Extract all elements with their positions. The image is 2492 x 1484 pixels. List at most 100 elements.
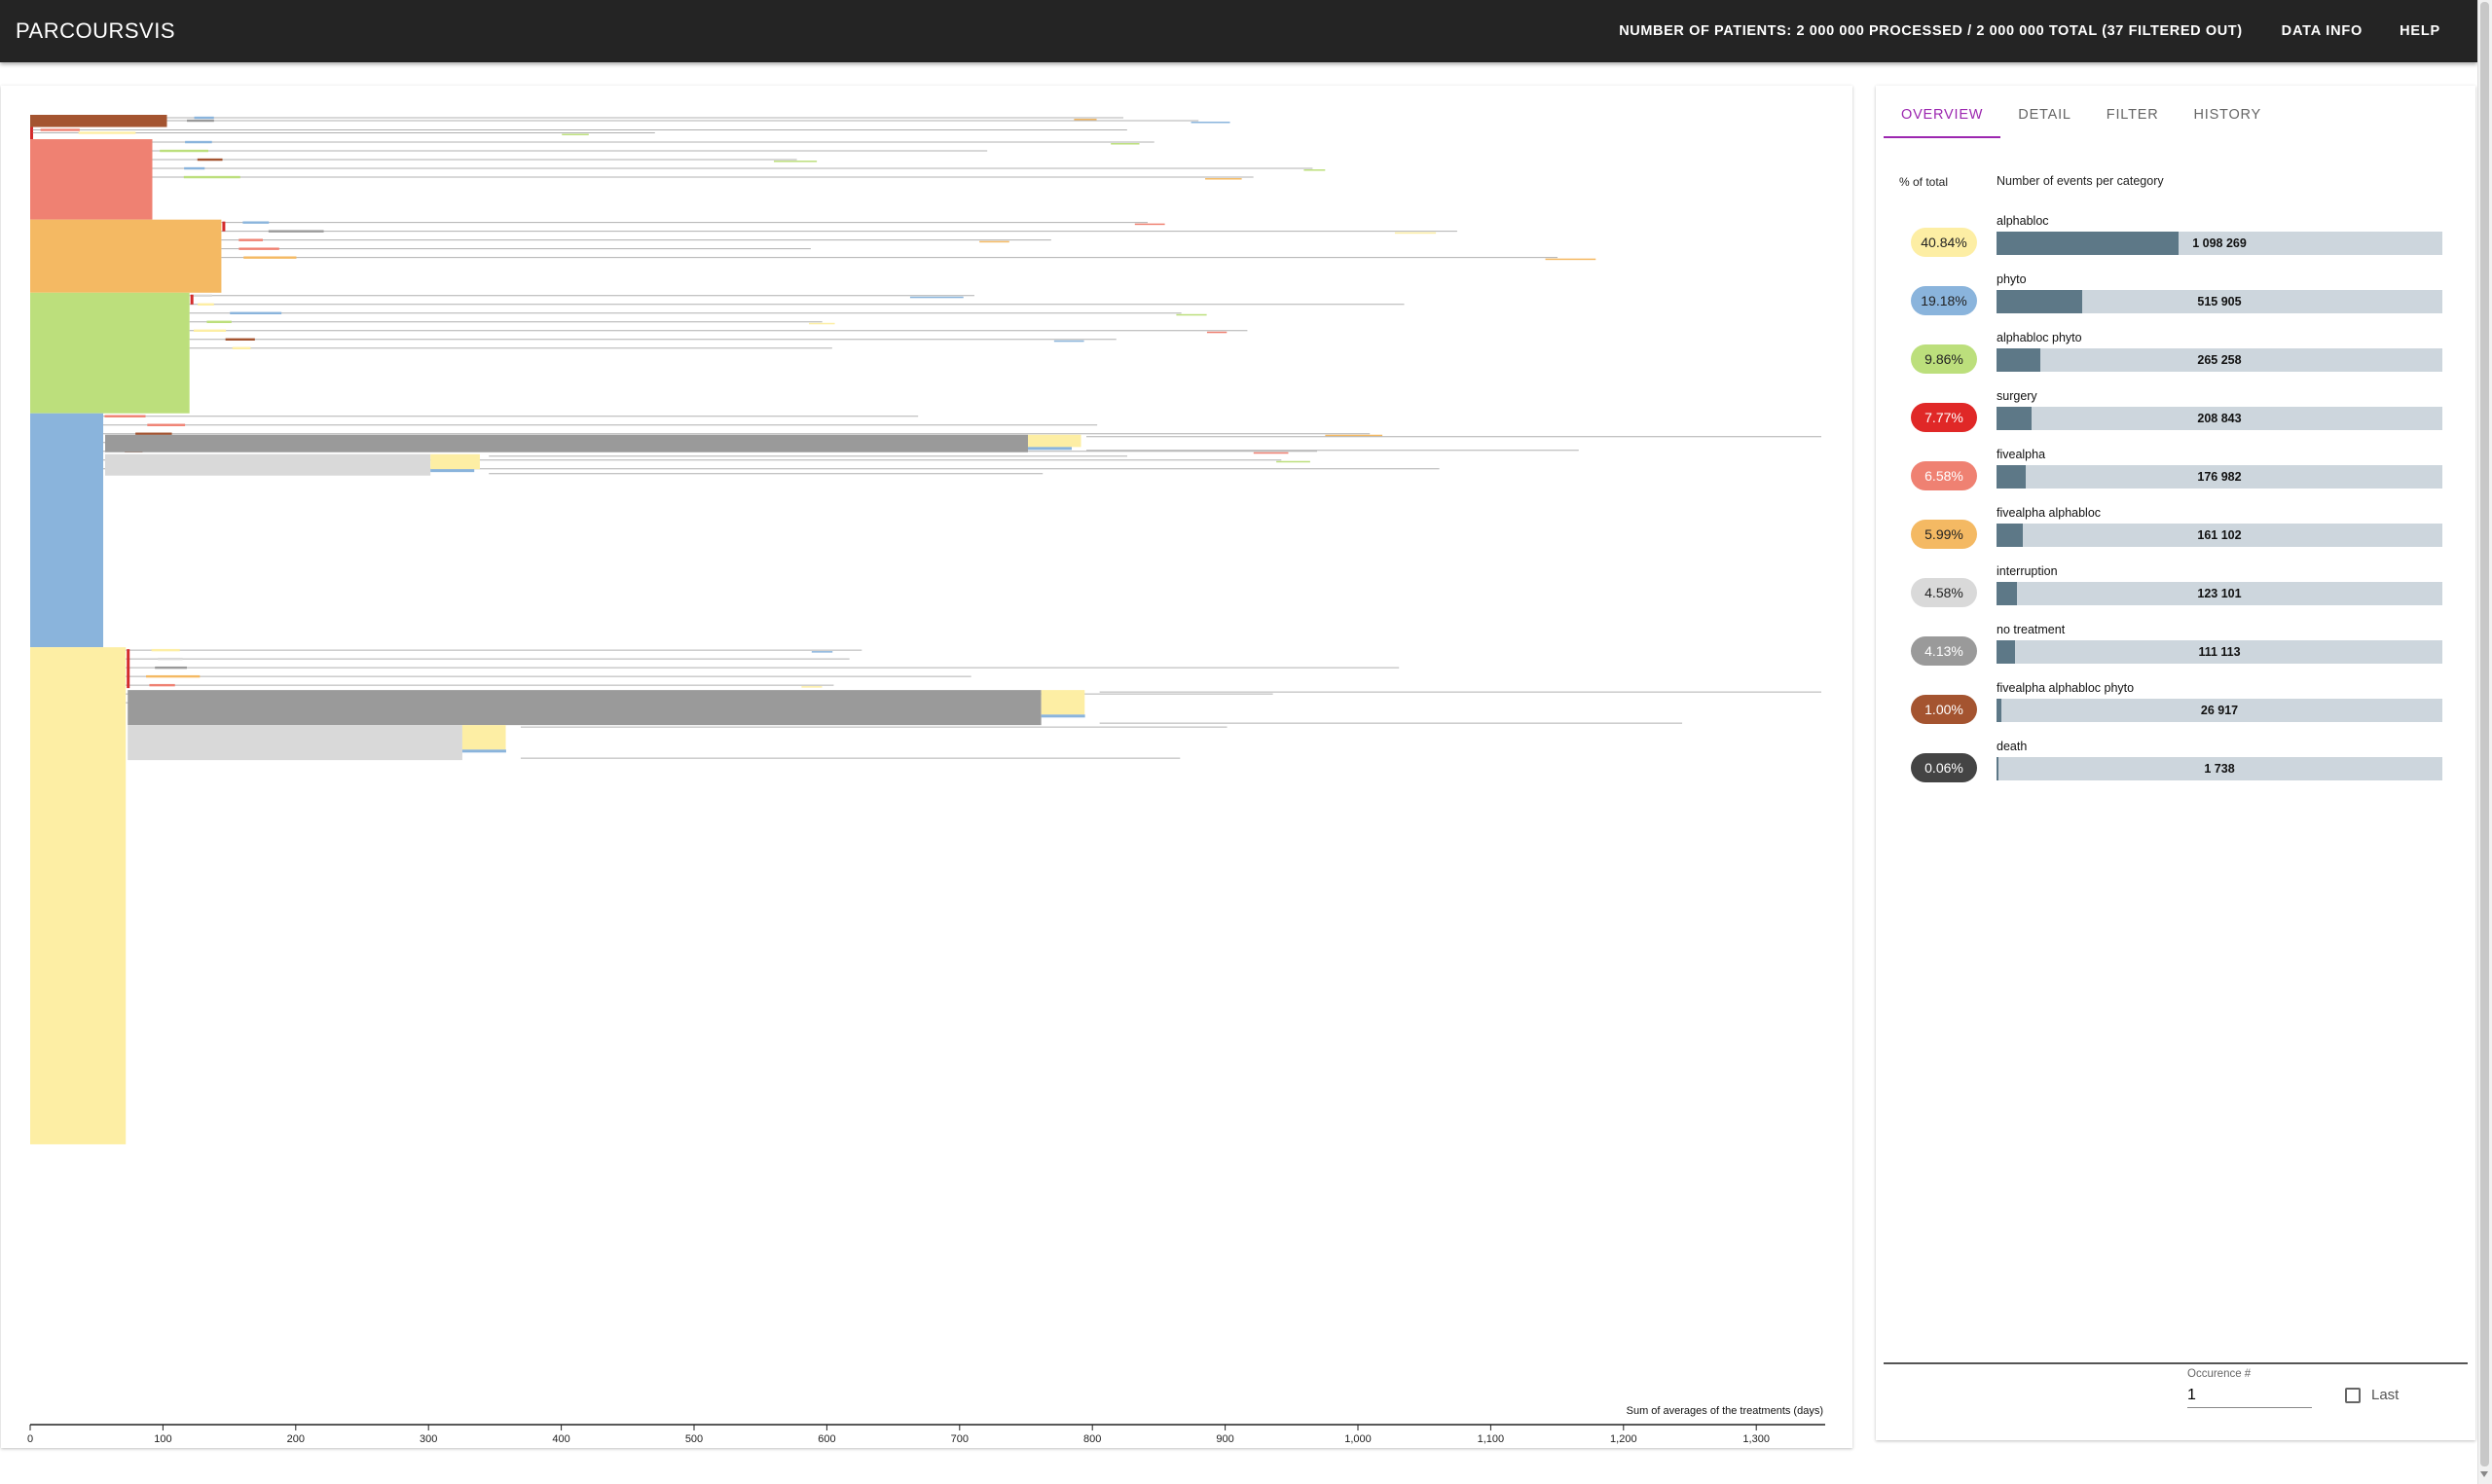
sequence-block-fivealpha[interactable] [30,139,153,220]
sub-sequence-segment[interactable] [193,329,227,332]
category-name: alphabloc phyto [1997,331,2082,344]
category-count-value: 176 982 [2197,470,2242,484]
sub-block-follow[interactable] [1028,447,1072,451]
sequence-block-alphabloc[interactable] [30,647,127,1144]
sub-sequence-segment[interactable] [238,247,279,250]
scroll-down-arrow-icon[interactable] [2480,1471,2488,1477]
category-count-bar: 111 113 [1997,640,2442,664]
category-row[interactable]: 0.06% death 1 738 [1876,740,2475,798]
sub-sequence-segment[interactable] [160,149,208,153]
sub-block-follow[interactable] [1041,714,1085,718]
sub-block-no-treatment[interactable] [105,434,1028,452]
sub-sequence-segment[interactable] [149,683,175,687]
sub-sequence-segment[interactable] [811,651,833,653]
sub-sequence-segment[interactable] [238,238,263,241]
category-row[interactable]: 5.99% fivealpha alphabloc 161 102 [1876,506,2475,564]
category-row[interactable]: 4.58% interruption 123 101 [1876,564,2475,623]
sub-sequence-segment[interactable] [1205,178,1242,180]
tab-history[interactable]: HISTORY [2176,99,2279,136]
sub-sequence-segment[interactable] [1191,122,1230,124]
sub-sequence-segment[interactable] [184,166,205,170]
sub-block-follow[interactable] [461,725,506,750]
sub-sequence-segment[interactable] [78,131,136,134]
sub-sequence-segment[interactable] [1053,340,1084,343]
sequence-block-death[interactable] [30,127,33,140]
sequence-block-alphabloc-phyto[interactable] [30,292,190,414]
sub-sequence-segment[interactable] [225,338,255,341]
sub-sequence-segment[interactable] [562,133,589,136]
tab-filter[interactable]: FILTER [2089,99,2177,136]
sub-sequence-segment[interactable] [1325,434,1383,437]
sub-sequence-segment[interactable] [1276,460,1310,463]
sub-block-follow[interactable] [1041,690,1085,715]
category-row[interactable]: 7.77% surgery 208 843 [1876,389,2475,448]
sub-sequence-segment[interactable] [809,322,835,325]
category-row[interactable]: 4.13% no treatment 111 113 [1876,623,2475,681]
tab-detail[interactable]: DETAIL [2000,99,2089,136]
sub-sequence-segment[interactable] [183,175,240,179]
help-button[interactable]: HELP [2400,23,2440,39]
sub-sequence-segment[interactable] [774,161,818,163]
sub-sequence-segment[interactable] [151,648,180,652]
sub-block-no-treatment[interactable] [128,690,1042,726]
sub-sequence-segment[interactable] [909,296,964,299]
sub-sequence-segment[interactable] [194,116,214,120]
category-row[interactable]: 1.00% fivealpha alphabloc phyto 26 917 [1876,681,2475,740]
occurrence-input[interactable] [2187,1384,2312,1408]
category-row[interactable]: 9.86% alphabloc phyto 265 258 [1876,331,2475,389]
sub-sequence-segment[interactable] [1253,452,1289,454]
sub-sequence-segment[interactable] [1111,143,1140,145]
sub-sequence-segment[interactable] [190,294,212,297]
sub-sequence-segment[interactable] [230,311,282,314]
sub-sequence-segment[interactable] [1303,169,1326,171]
sub-sequence-segment[interactable] [243,256,297,259]
sub-block-follow[interactable] [1028,434,1081,448]
sub-sequence-segment[interactable] [242,221,270,224]
sub-sequence-segment[interactable] [1545,258,1596,261]
sub-block-interruption[interactable] [105,453,431,476]
sub-sequence-segment[interactable] [1176,313,1207,316]
sub-sequence-segment[interactable] [147,423,186,426]
sub-block-interruption[interactable] [128,725,462,761]
sequence-block-phyto[interactable] [30,413,104,648]
category-row[interactable]: 6.58% fivealpha 176 982 [1876,448,2475,506]
death-marker[interactable] [222,221,226,232]
death-marker[interactable] [127,649,130,689]
sub-sequence-segment[interactable] [979,240,1009,243]
x-axis-tick-label: 1,200 [1610,1433,1637,1445]
sub-sequence-segment[interactable] [206,320,232,323]
category-row[interactable]: 40.84% alphabloc 1 098 269 [1876,214,2475,272]
patient-stats: NUMBER OF PATIENTS: 2 000 000 PROCESSED … [1619,23,2243,39]
page-scrollbar-thumb[interactable] [2480,2,2489,1466]
sub-sequence-segment[interactable] [104,415,146,417]
sub-sequence-segment[interactable] [158,657,183,661]
chart-canvas[interactable]: 0 100 200 300 400 500 600 700 800 900 1,000 1,100 1,… [1,86,1852,1448]
sub-sequence-segment[interactable] [155,666,187,670]
sub-sequence-segment[interactable] [40,128,80,131]
sub-sequence-segment[interactable] [1206,331,1228,334]
sub-block-follow[interactable] [461,749,506,753]
sub-sequence-segment[interactable] [801,686,823,688]
sub-sequence-segment[interactable] [232,346,251,349]
sub-sequence-segment[interactable] [197,158,223,162]
tab-overview[interactable]: OVERVIEW [1884,99,2001,138]
sub-block-follow[interactable] [430,469,475,473]
last-checkbox-label: Last [2371,1387,2400,1403]
sub-sequence-segment[interactable] [146,674,201,678]
sub-sequence-segment[interactable] [187,119,214,123]
sub-sequence-segment[interactable] [1394,232,1437,235]
death-marker[interactable] [190,294,194,305]
sub-sequence-segment[interactable] [135,432,172,435]
sub-sequence-segment[interactable] [1074,119,1097,121]
sub-sequence-segment[interactable] [1134,223,1165,226]
sequence-block-fivealpha-alphabloc[interactable] [30,219,222,293]
last-checkbox[interactable] [2345,1388,2361,1403]
sub-block-follow[interactable] [430,453,480,470]
data-info-button[interactable]: DATA INFO [2282,23,2363,39]
category-row[interactable]: 19.18% phyto 515 905 [1876,272,2475,331]
sequence-block-fivealpha-alphabloc-phyto[interactable] [30,115,167,127]
category-name: no treatment [1997,623,2066,636]
sub-sequence-segment[interactable] [185,140,212,144]
sub-sequence-segment[interactable] [198,303,214,306]
sub-sequence-segment[interactable] [268,230,324,233]
